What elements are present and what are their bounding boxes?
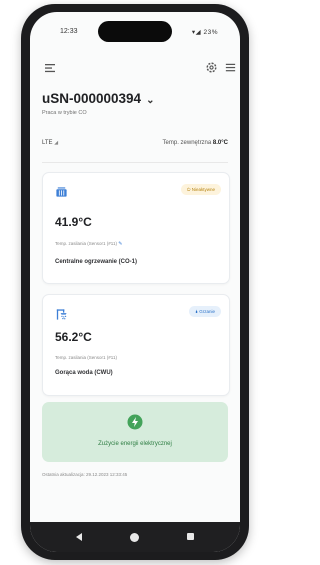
outdoor-temp-value: 8.0°C	[212, 140, 228, 146]
outdoor-temp: Temp. zewnętrzna 8.0°C	[162, 140, 228, 146]
network-row: LTE ◢ Temp. zewnętrzna 8.0°C	[42, 140, 228, 150]
temperature-label: Temp. zasilania (Sensor1 (#11) ✎	[55, 241, 123, 247]
hot-water-card[interactable]: 🌢 Grzanie 56.2°C Temp. zasilania (Sensor…	[42, 294, 230, 396]
home-circle-icon[interactable]	[130, 533, 139, 542]
status-time: 12:33	[60, 28, 78, 35]
status-bar: 12:33 ▾◢ 23%	[30, 12, 240, 42]
temperature-label: Temp. zasilania (Sensor1 (#11)	[55, 355, 117, 360]
energy-consumption-card[interactable]: Zużycie energii elektrycznej	[42, 402, 228, 462]
heating-circuit-card[interactable]: ⏻ Nieaktywne 41.9°C Temp. zasilania (Sen…	[42, 172, 230, 284]
heating-circuit-name: Centralne ogrzewanie (CO-1)	[55, 259, 138, 265]
phone-frame: 12:33 ▾◢ 23% uSN-000000394 ⌄ Praca w try…	[21, 4, 249, 560]
chevron-down-icon: ⌄	[146, 95, 155, 106]
top-bar	[30, 58, 240, 80]
last-updated: Ostatnia aktualizacja: 29.12.2023 12:33:…	[42, 472, 128, 477]
gear-icon[interactable]	[205, 61, 218, 74]
radiator-icon	[56, 187, 67, 197]
device-mode: Praca w trybie CO	[42, 110, 87, 116]
energy-label: Zużycie energii elektrycznej	[98, 441, 172, 447]
list-icon[interactable]	[224, 61, 237, 74]
heating-temperature: 41.9°C	[55, 215, 92, 229]
divider	[42, 162, 228, 163]
status-icons: ▾◢ 23%	[191, 29, 218, 36]
status-badge: ⏻ Nieaktywne	[180, 184, 221, 195]
hot-water-temperature: 56.2°C	[55, 330, 92, 344]
lightning-icon	[127, 414, 143, 430]
hot-water-name: Gorąca woda (CWU)	[55, 370, 113, 376]
signal-icon: ◢	[54, 140, 59, 146]
edit-icon: ✎	[118, 241, 123, 247]
menu-icon[interactable]	[44, 62, 56, 74]
app-screen: 12:33 ▾◢ 23% uSN-000000394 ⌄ Praca w try…	[30, 12, 240, 552]
network-label: LTE ◢	[42, 140, 59, 146]
recent-square-icon[interactable]	[187, 533, 194, 540]
device-title: uSN-000000394	[42, 91, 142, 106]
shower-icon	[56, 309, 67, 320]
status-badge: 🌢 Grzanie	[189, 306, 221, 317]
device-selector[interactable]: uSN-000000394 ⌄	[42, 91, 154, 106]
system-nav-bar	[30, 522, 240, 552]
camera-island	[98, 21, 172, 42]
back-triangle-icon[interactable]	[74, 532, 84, 542]
